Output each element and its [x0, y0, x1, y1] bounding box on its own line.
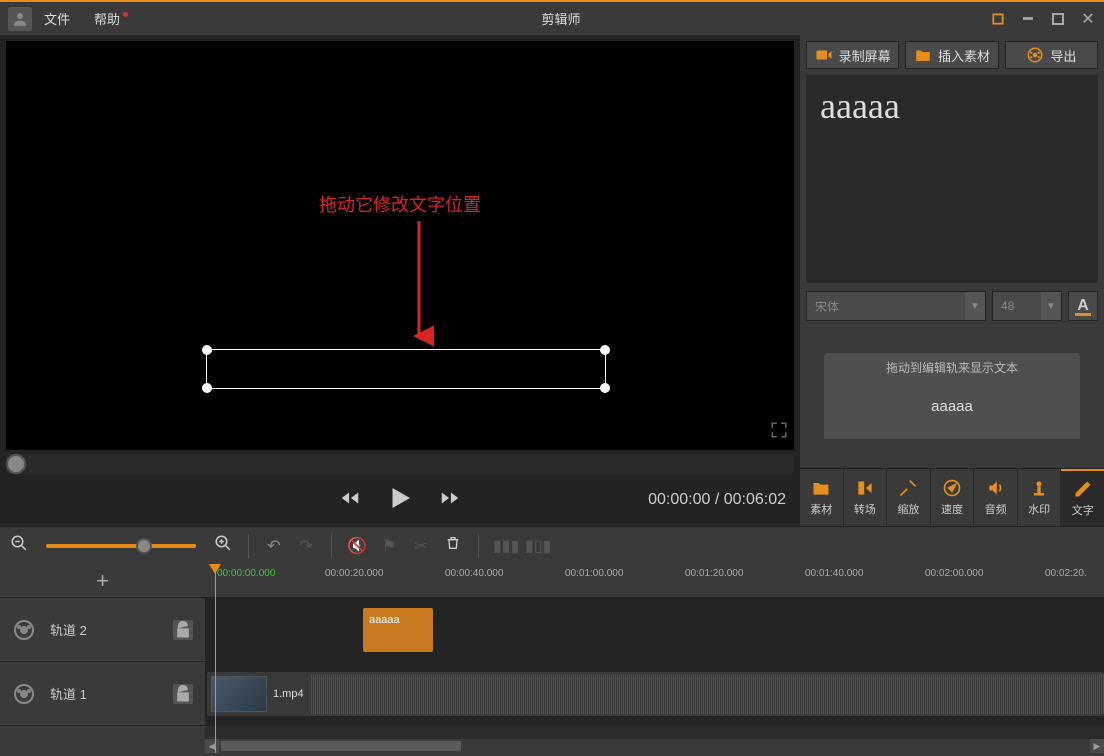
font-controls: 宋体 ▼ 48 ▼ A: [800, 283, 1104, 329]
resize-handle-bl[interactable]: [202, 383, 212, 393]
titlebar: 文件 帮助 剪辑师 ━ ✕: [0, 0, 1104, 35]
track-lane-2[interactable]: aaaaa: [205, 598, 1104, 662]
lock-icon[interactable]: [173, 620, 193, 640]
ruler-mark: 00:01:20.000: [685, 568, 743, 579]
time-current: 00:00:00: [648, 491, 710, 508]
next-button[interactable]: [439, 487, 461, 514]
ruler-mark: 00:00:00.000: [217, 568, 275, 579]
waveform: [310, 674, 1104, 714]
font-color-button[interactable]: A: [1068, 291, 1098, 321]
window-controls: ━ ✕: [990, 11, 1096, 27]
import-media-button[interactable]: 插入素材: [905, 41, 998, 69]
minimize-button[interactable]: ━: [1020, 11, 1036, 27]
zoom-slider[interactable]: [46, 544, 196, 548]
drag-hint-text: 拖动它修改文字位置: [319, 191, 481, 217]
preview-panel: 拖动它修改文字位置 00:00:00 / 00:06:02: [0, 35, 800, 526]
track-name: 轨道 1: [50, 684, 159, 703]
avatar-icon[interactable]: [8, 7, 32, 31]
ruler-mark: 00:02:20.: [1045, 568, 1087, 579]
track-headers: + 轨道 2 轨道 1: [0, 564, 205, 753]
zoom-in-icon[interactable]: [212, 534, 234, 557]
tab-text[interactable]: 文字: [1061, 469, 1104, 526]
track-header-1[interactable]: 轨道 1: [0, 662, 205, 726]
menu-file[interactable]: 文件: [32, 9, 82, 28]
clip-thumbnail: [211, 676, 267, 712]
tab-transition[interactable]: 转场: [844, 469, 888, 526]
marker-icon[interactable]: ⚑: [378, 536, 400, 556]
preview-canvas[interactable]: 拖动它修改文字位置: [6, 41, 794, 450]
play-button[interactable]: [385, 483, 415, 518]
track-name: 轨道 2: [50, 620, 159, 639]
timeline-ruler[interactable]: 00:00:00.000 00:00:20.000 00:00:40.000 0…: [205, 564, 1104, 598]
popout-icon[interactable]: [990, 11, 1006, 27]
font-size-dropdown[interactable]: 48 ▼: [992, 291, 1062, 321]
tab-speed[interactable]: 速度: [931, 469, 975, 526]
color-swatch: [1075, 313, 1091, 316]
cut-icon[interactable]: ✂: [410, 536, 432, 556]
video-clip[interactable]: 1.mp4: [207, 672, 1104, 716]
mute-icon[interactable]: 🔇: [346, 536, 368, 556]
chevron-down-icon: ▼: [965, 292, 985, 320]
maximize-button[interactable]: [1050, 11, 1066, 27]
text-preview-box[interactable]: aaaaa: [806, 75, 1098, 283]
tab-zoom[interactable]: 缩放: [887, 469, 931, 526]
resize-handle-br[interactable]: [600, 383, 610, 393]
ruler-mark: 00:00:40.000: [445, 568, 503, 579]
zoom-out-icon[interactable]: [8, 534, 30, 557]
arrow-icon: [404, 221, 434, 351]
timeline-toolbar: ↶ ↷ 🔇 ⚑ ✂ ▮▮▮ ▮▯▮: [0, 526, 1104, 564]
track-area[interactable]: 00:00:00.000 00:00:20.000 00:00:40.000 0…: [205, 564, 1104, 753]
undo-icon[interactable]: ↶: [263, 536, 285, 556]
resize-handle-tr[interactable]: [600, 345, 610, 355]
app-title: 剪辑师: [132, 9, 990, 28]
lock-icon[interactable]: [173, 684, 193, 704]
redo-icon[interactable]: ↷: [295, 536, 317, 556]
menu-help[interactable]: 帮助: [82, 9, 132, 28]
scroll-right-icon[interactable]: ▶: [1090, 739, 1104, 753]
track-lane-1[interactable]: 1.mp4: [205, 662, 1104, 726]
right-panel: 录制屏幕 插入素材 导出 aaaaa 宋体 ▼ 48 ▼ A: [800, 35, 1104, 526]
ruler-mark: 00:01:00.000: [565, 568, 623, 579]
scroll-thumb[interactable]: [221, 741, 461, 751]
time-total: 00:06:02: [724, 491, 786, 508]
playback-controls: 00:00:00 / 00:06:02: [0, 474, 800, 526]
bars-icon[interactable]: ▮▮▮: [493, 536, 515, 556]
drag-text-item[interactable]: aaaaa: [824, 382, 1080, 439]
delete-icon[interactable]: [442, 535, 464, 556]
drag-hint-tab: 拖动到编辑轨来显示文本: [824, 353, 1080, 382]
fullscreen-icon[interactable]: [770, 421, 788, 444]
ruler-mark: 00:00:20.000: [325, 568, 383, 579]
chevron-down-icon: ▼: [1041, 292, 1061, 320]
top-actions: 录制屏幕 插入素材 导出: [800, 35, 1104, 75]
record-screen-button[interactable]: 录制屏幕: [806, 41, 899, 69]
resize-handle-tl[interactable]: [202, 345, 212, 355]
prev-button[interactable]: [339, 487, 361, 514]
timecode: 00:00:00 / 00:06:02: [648, 491, 786, 509]
clip-label: 1.mp4: [273, 688, 304, 700]
playhead[interactable]: [215, 564, 216, 753]
equalizer-icon[interactable]: ▮▯▮: [525, 536, 547, 556]
font-family-dropdown[interactable]: 宋体 ▼: [806, 291, 986, 321]
tab-audio[interactable]: 音频: [974, 469, 1018, 526]
seek-bar[interactable]: [6, 454, 794, 474]
tool-tabs: 素材 转场 缩放 速度 音频 水印 文字: [800, 468, 1104, 526]
export-button[interactable]: 导出: [1005, 41, 1098, 69]
timeline: + 轨道 2 轨道 1 00:00:00.000 00:00:20.000 00…: [0, 564, 1104, 753]
ruler-mark: 00:01:40.000: [805, 568, 863, 579]
close-button[interactable]: ✕: [1080, 11, 1096, 27]
text-clip[interactable]: aaaaa: [363, 608, 433, 652]
main-area: 拖动它修改文字位置 00:00:00 / 00:06:02: [0, 35, 1104, 526]
scroll-left-icon[interactable]: ◀: [205, 739, 219, 753]
track-header-2[interactable]: 轨道 2: [0, 598, 205, 662]
horizontal-scrollbar[interactable]: ◀ ▶: [205, 739, 1104, 753]
tab-watermark[interactable]: 水印: [1018, 469, 1062, 526]
text-bounding-box[interactable]: [206, 349, 606, 389]
zoom-thumb[interactable]: [136, 538, 152, 554]
ruler-mark: 00:02:00.000: [925, 568, 983, 579]
tab-media[interactable]: 素材: [800, 469, 844, 526]
seek-thumb[interactable]: [6, 454, 26, 474]
add-track-button[interactable]: +: [0, 564, 205, 598]
